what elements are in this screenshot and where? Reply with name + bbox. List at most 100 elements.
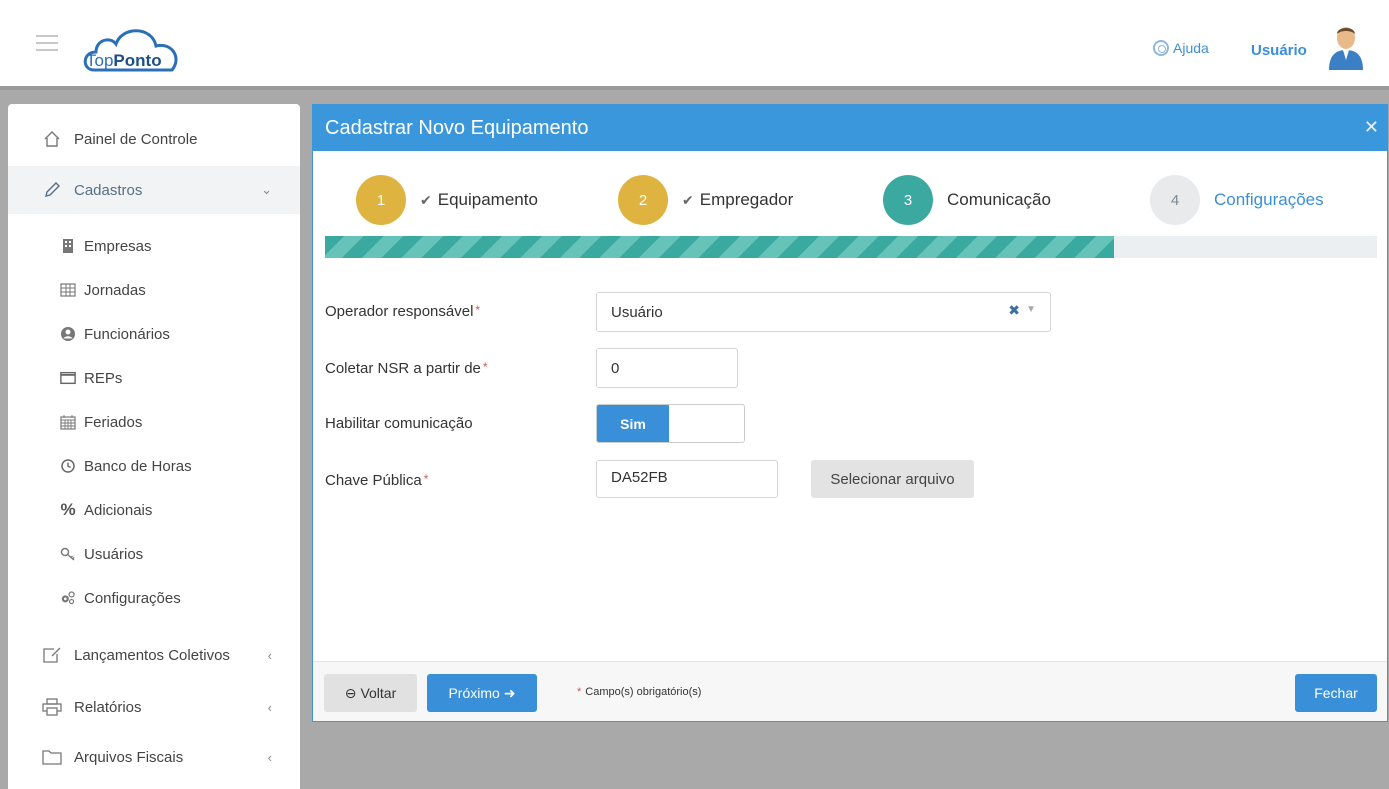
public-key-label-text: Chave Pública (325, 472, 422, 489)
nsr-label: Coletar NSR a partir de * (325, 360, 488, 377)
user-menu[interactable]: Usuário (1251, 42, 1307, 59)
wizard-step-1[interactable]: 1 ✔ Equipamento (356, 175, 538, 225)
sidebar-item-label: Adicionais (84, 501, 153, 519)
help-link[interactable]: Ajuda (1153, 40, 1209, 56)
required-marker: * (475, 303, 481, 317)
progress-fill (325, 236, 1114, 258)
step-number: 1 (356, 175, 406, 225)
communication-label: Habilitar comunicação (325, 415, 473, 432)
window-icon (60, 370, 76, 386)
wizard-step-4[interactable]: 4 Configurações (1150, 175, 1324, 225)
next-button[interactable]: Próximo ➜ (427, 674, 537, 712)
communication-toggle[interactable]: Sim (596, 404, 745, 443)
building-icon (60, 238, 76, 254)
sidebar-item-label: Lançamentos Coletivos (74, 646, 230, 664)
logo-prefix: Top (86, 51, 114, 70)
next-button-label: Próximo (448, 685, 500, 701)
required-note-text: Campo(s) obrigatório(s) (585, 686, 702, 698)
sidebar-item-reps[interactable]: REPs (8, 358, 300, 398)
check-icon: ✔ (682, 191, 694, 208)
top-bar: TopPonto Ajuda Usuário (0, 0, 1389, 90)
gears-icon (60, 590, 76, 606)
close-icon[interactable]: ✕ (1364, 117, 1379, 138)
home-icon (42, 129, 62, 149)
back-button[interactable]: ⊖ Voltar (324, 674, 417, 712)
step-label: Configurações (1214, 190, 1324, 209)
help-label: Ajuda (1173, 40, 1209, 56)
step-label: Comunicação (947, 190, 1051, 209)
sidebar-item-label: Jornadas (84, 281, 146, 299)
required-marker: * (482, 360, 488, 374)
sidebar-item-label: Banco de Horas (84, 457, 192, 475)
sidebar-item-funcionarios[interactable]: Funcionários (8, 314, 300, 354)
wizard-step-3[interactable]: 3 Comunicação (883, 175, 1051, 225)
step-label: Equipamento (437, 190, 538, 209)
sidebar-item-label: REPs (84, 369, 123, 387)
step-number: 4 (1150, 175, 1200, 225)
modal-title: Cadastrar Novo Equipamento (325, 116, 589, 139)
printer-icon (42, 697, 62, 717)
required-marker: * (423, 472, 429, 486)
sidebar-item-label: Painel de Controle (74, 130, 198, 148)
sidebar-item-relatorios[interactable]: Relatórios ‹ (8, 683, 300, 731)
sidebar-item-lancamentos[interactable]: Lançamentos Coletivos ‹ (8, 631, 300, 679)
sidebar-item-label: Usuários (84, 545, 144, 563)
sidebar-item-label: Funcionários (84, 325, 170, 343)
sidebar-item-jornadas[interactable]: Jornadas (8, 270, 300, 310)
sidebar-item-arquivos[interactable]: Arquivos Fiscais ‹ (8, 733, 300, 781)
arrow-right-circle-icon: ➜ (503, 684, 516, 701)
caret-down-icon[interactable]: ▼ (1026, 304, 1036, 315)
public-key-label: Chave Pública * (325, 472, 428, 489)
menu-icon[interactable] (36, 35, 58, 51)
chevron-down-icon: ⌄ (261, 182, 272, 197)
check-icon: ✔ (420, 191, 432, 208)
user-circle-icon (60, 326, 76, 342)
nsr-label-text: Coletar NSR a partir de (325, 360, 481, 377)
close-button[interactable]: Fechar (1295, 674, 1377, 712)
logo-text[interactable]: TopPonto (86, 51, 162, 71)
required-fields-note: * Campo(s) obrigatório(s) (577, 686, 701, 698)
sidebar-item-label: Arquivos Fiscais (74, 748, 184, 766)
user-avatar-icon[interactable] (1327, 24, 1365, 70)
sidebar: Painel de Controle Cadastros ⌄ Empresas … (8, 104, 300, 789)
toggle-on-label: Sim (597, 405, 669, 442)
wizard-step-2[interactable]: 2 ✔ Empregador (618, 175, 793, 225)
step-number: 3 (883, 175, 933, 225)
chevron-left-icon: ‹ (267, 749, 272, 765)
step-number: 2 (618, 175, 668, 225)
sidebar-item-dashboard[interactable]: Painel de Controle (8, 115, 300, 163)
public-key-input[interactable]: DA52FB (596, 460, 778, 498)
back-button-label: Voltar (360, 685, 397, 701)
sidebar-item-label: Configurações (84, 589, 181, 607)
percent-icon: % (60, 500, 76, 519)
operator-select-value: Usuário (611, 303, 663, 321)
chevron-left-icon: ‹ (267, 699, 272, 715)
sidebar-item-usuarios[interactable]: Usuários (8, 534, 300, 574)
sidebar-item-cadastros[interactable]: Cadastros ⌄ (8, 166, 300, 214)
select-file-button[interactable]: Selecionar arquivo (811, 460, 974, 498)
key-icon (60, 546, 76, 562)
modal-footer: ⊖ Voltar Próximo ➜ * Campo(s) obrigatório… (313, 661, 1387, 721)
nsr-input-value: 0 (611, 359, 620, 377)
folder-icon (42, 747, 62, 767)
sidebar-item-adicionais[interactable]: % Adicionais (8, 490, 300, 530)
required-marker: * (577, 686, 582, 698)
operator-label-text: Operador responsável (325, 303, 474, 320)
external-edit-icon (42, 645, 62, 665)
modal-header: Cadastrar Novo Equipamento ✕ (313, 105, 1387, 151)
arrow-left-circle-icon: ⊖ (344, 684, 357, 701)
sidebar-item-feriados[interactable]: Feriados (8, 402, 300, 442)
lifebuoy-icon (1153, 40, 1169, 56)
sidebar-item-banco-horas[interactable]: Banco de Horas (8, 446, 300, 486)
sidebar-item-empresas[interactable]: Empresas (8, 226, 300, 266)
table-icon (60, 282, 76, 298)
wizard-progress-bar (325, 236, 1377, 258)
sidebar-item-label: Relatórios (74, 698, 142, 716)
nsr-input[interactable]: 0 (596, 348, 738, 388)
public-key-value: DA52FB (611, 469, 668, 486)
sidebar-item-configuracoes[interactable]: Configurações (8, 578, 300, 618)
chevron-left-icon: ‹ (267, 647, 272, 663)
clear-icon[interactable]: ✖ (1008, 302, 1020, 319)
operator-select[interactable]: Usuário ✖ ▼ (596, 292, 1051, 332)
clock-icon (60, 458, 76, 474)
